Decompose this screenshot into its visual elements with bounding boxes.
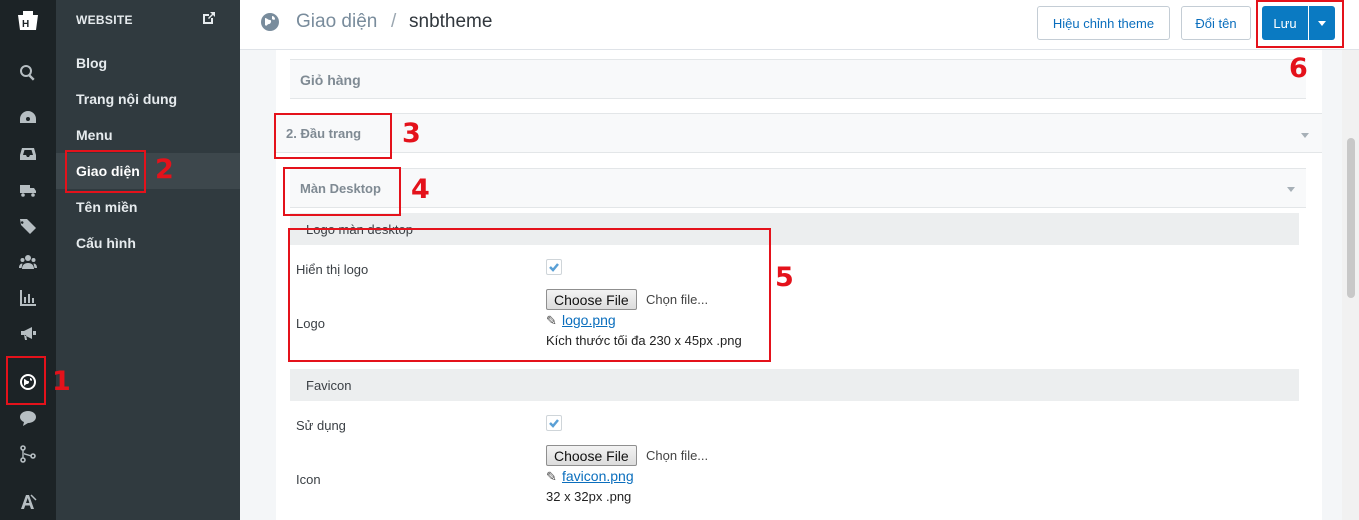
annotation-box-2 (65, 150, 146, 193)
caret-down-icon (1287, 187, 1295, 192)
megaphone-icon[interactable] (0, 321, 56, 345)
chart-icon[interactable] (0, 286, 56, 310)
breadcrumb-parent[interactable]: Giao diện (296, 11, 377, 33)
icon-label: Icon (296, 472, 321, 487)
annotation-box-4 (283, 167, 401, 216)
external-link-icon[interactable] (202, 11, 216, 25)
paperclip-icon: ✎ (546, 469, 557, 484)
favicon-size-hint: 32 x 32px .png (546, 489, 632, 504)
nav-item-domains[interactable]: Tên miền (56, 189, 240, 225)
users-icon[interactable] (0, 250, 56, 274)
nav-item-pages[interactable]: Trang nội dung (56, 81, 240, 117)
edit-theme-button[interactable]: Hiệu chỉnh theme (1037, 6, 1170, 40)
annotation-number-3: 3 (402, 118, 421, 149)
font-icon[interactable] (0, 490, 56, 514)
dashboard-icon[interactable] (0, 106, 56, 130)
annotation-box-5 (288, 228, 771, 362)
rename-button[interactable]: Đổi tên (1181, 6, 1251, 40)
icon-rail: H (0, 0, 56, 520)
accordion-desktop[interactable]: Màn Desktop (290, 168, 1306, 208)
inbox-icon[interactable] (0, 142, 56, 166)
tag-icon[interactable] (0, 214, 56, 238)
nav-item-settings[interactable]: Cấu hình (56, 225, 240, 261)
annotation-box-6 (1256, 0, 1344, 48)
use-favicon-label: Sử dụng (296, 418, 346, 433)
annotation-number-6: 6 (1289, 53, 1308, 84)
nav-item-blog[interactable]: Blog (56, 45, 240, 81)
accordion-header-section[interactable]: 2. Đầu trang (276, 113, 1322, 153)
caret-down-icon (1301, 133, 1309, 138)
breadcrumb-separator: / (391, 11, 397, 32)
top-bar: Giao diện / snbtheme Hiệu chỉnh theme Đổ… (240, 0, 1359, 50)
search-icon[interactable] (0, 61, 56, 85)
favicon-choose-file-button[interactable]: Choose File (546, 445, 637, 466)
logo-icon[interactable]: H (0, 8, 56, 36)
svg-text:H: H (22, 19, 29, 30)
accordion-cart-label: Giỏ hàng (300, 72, 361, 88)
chat-icon[interactable] (0, 406, 56, 430)
page-title: snbtheme (409, 11, 493, 32)
annotation-number-2: 2 (155, 154, 174, 185)
accordion-cart[interactable]: Giỏ hàng (290, 59, 1306, 99)
favicon-section-title: Favicon (290, 369, 1299, 401)
scrollbar-thumb[interactable] (1347, 138, 1355, 298)
share-icon[interactable] (0, 442, 56, 466)
globe-icon (260, 12, 280, 32)
annotation-number-5: 5 (775, 262, 794, 293)
check-icon (549, 419, 559, 428)
nav-item-menu[interactable]: Menu (56, 117, 240, 153)
truck-icon[interactable] (0, 178, 56, 202)
favicon-file-status: Chọn file... (646, 448, 709, 463)
favicon-file-link[interactable]: favicon.png (562, 468, 634, 484)
annotation-number-4: 4 (411, 174, 430, 205)
website-panel: WEBSITE Blog Trang nội dung Menu Giao di… (56, 0, 240, 520)
panel-title: WEBSITE (76, 13, 133, 27)
annotation-box-3 (274, 113, 392, 159)
annotation-number-1: 1 (52, 366, 71, 397)
use-favicon-checkbox[interactable] (546, 415, 562, 431)
annotation-box-1 (6, 356, 46, 405)
